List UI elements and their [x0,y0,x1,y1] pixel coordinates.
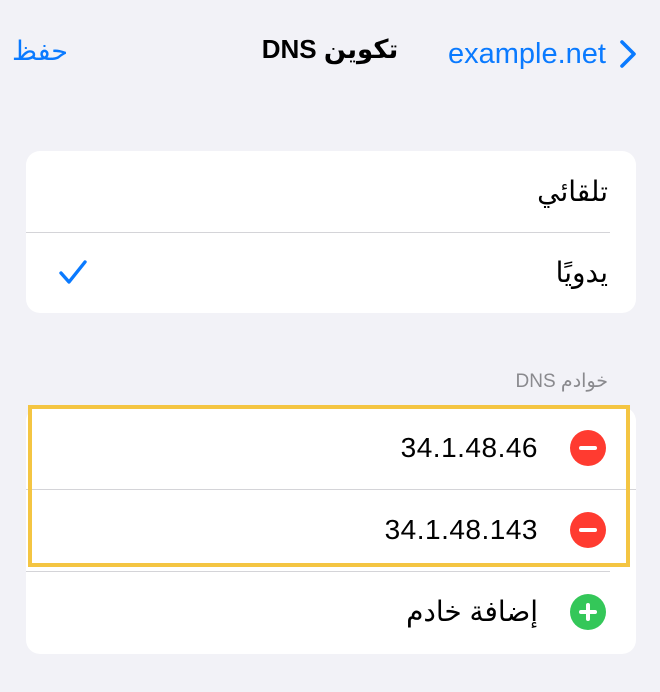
dns-mode-group: تلقائي يدويًا [26,151,636,313]
checkmark-icon [59,260,87,284]
dns-server-row: 34.1.48.46 [26,407,636,489]
mode-option-automatic[interactable]: تلقائي [26,151,636,232]
remove-server-button[interactable] [570,430,606,466]
mode-option-manual[interactable]: يدويًا [26,232,636,313]
mode-option-label: تلقائي [537,176,608,207]
section-header-dns-servers: خوادم DNS [515,371,608,392]
add-server-label: إضافة خادم [406,596,538,627]
minus-icon [579,528,597,532]
add-server-button[interactable] [570,594,606,630]
save-button[interactable]: حفظ [12,36,68,67]
add-server-row[interactable]: إضافة خادم [26,571,636,653]
dns-server-address[interactable]: 34.1.48.46 [401,407,538,489]
plus-icon-vertical [586,603,590,621]
minus-icon [579,446,597,450]
dns-servers-group: 34.1.48.46 34.1.48.143 إضافة خادم [26,407,636,654]
remove-server-button[interactable] [570,512,606,548]
dns-server-row: 34.1.48.143 [26,489,636,571]
dns-server-address[interactable]: 34.1.48.143 [385,489,538,571]
mode-option-label: يدويًا [555,257,608,288]
navigation-bar: example.net تكوين DNS حفظ [0,0,660,108]
page-title: تكوين DNS [261,34,399,64]
